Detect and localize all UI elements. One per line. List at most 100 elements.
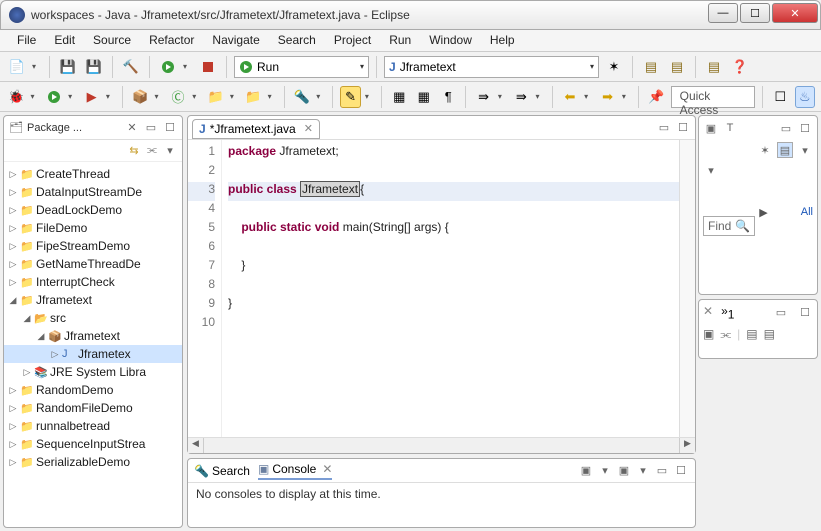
chevron-down-icon[interactable]: ▾ (268, 92, 277, 101)
search-button[interactable]: 🔦 (292, 86, 312, 108)
tree-item-deadlockdemo[interactable]: ▷📁DeadLockDemo (4, 201, 182, 219)
run-ext-button[interactable]: ▶ (81, 86, 101, 108)
menu-edit[interactable]: Edit (45, 30, 84, 51)
tl-icon-2[interactable]: ⫘ (720, 327, 731, 342)
tl-icon-3[interactable]: ▤ (746, 327, 757, 342)
twist-icon[interactable]: ▷ (8, 385, 18, 396)
chevron-down-icon[interactable]: ▾ (797, 142, 813, 158)
chevron-down-icon[interactable]: ▾ (155, 92, 164, 101)
tree-item-filedemo[interactable]: ▷📁FileDemo (4, 219, 182, 237)
minimize-view-icon[interactable]: ▭ (773, 304, 789, 320)
highlight-button[interactable]: ✎ (340, 86, 360, 108)
save-all-button[interactable]: 💾 (83, 56, 105, 78)
chevron-down-icon[interactable]: ▾ (192, 92, 201, 101)
nav-btn-1[interactable]: ⇛ (473, 86, 493, 108)
maximize-view-icon[interactable]: ☐ (797, 304, 813, 320)
menu-file[interactable]: File (8, 30, 45, 51)
view-menu-icon[interactable]: ▾ (703, 162, 719, 178)
layout-btn-3[interactable]: ¶ (438, 86, 458, 108)
twist-icon[interactable]: ◢ (22, 313, 32, 324)
task-btn-3[interactable]: ▤ (703, 56, 725, 78)
run-config-combo[interactable]: Run ▾ (234, 56, 369, 78)
tree-item-sequenceinputstrea[interactable]: ▷📁SequenceInputStrea (4, 435, 182, 453)
twist-icon[interactable]: ▷ (8, 457, 18, 468)
tree-item-jframetex[interactable]: ▷JJframetex (4, 345, 182, 363)
search-tab[interactable]: 🔦 Search (194, 464, 250, 478)
twist-icon[interactable]: ▷ (8, 259, 18, 270)
close-button[interactable]: ✕ (772, 3, 818, 23)
twist-icon[interactable]: ◢ (36, 331, 46, 342)
twist-icon[interactable]: ▷ (50, 349, 60, 360)
minimize-view-icon[interactable]: ▭ (778, 120, 794, 136)
twist-icon[interactable]: ▷ (8, 169, 18, 180)
editor-tab-jframetext[interactable]: J *Jframetext.java ✕ (192, 119, 320, 139)
nav-btn-2[interactable]: ⇛ (511, 86, 531, 108)
chevron-down-icon[interactable]: ▾ (622, 92, 631, 101)
outline-btn-1[interactable]: ✶ (757, 142, 773, 158)
chevron-down-icon[interactable]: ▾ (230, 92, 239, 101)
tree-item-jre-system-libra[interactable]: ▷📚JRE System Libra (4, 363, 182, 381)
run-button[interactable] (157, 56, 179, 78)
java-perspective-button[interactable]: ♨ (795, 86, 815, 108)
menu-refactor[interactable]: Refactor (140, 30, 203, 51)
chevron-down-icon[interactable]: ▾ (30, 92, 39, 101)
tree-item-src[interactable]: ◢📂src (4, 309, 182, 327)
twist-icon[interactable]: ▷ (8, 403, 18, 414)
twist-icon[interactable]: ◢ (8, 295, 18, 306)
tree-item-serializabledemo[interactable]: ▷📁SerializableDemo (4, 453, 182, 471)
chevron-down-icon[interactable]: ▾ (183, 62, 193, 71)
forward-button[interactable]: ➡ (597, 86, 617, 108)
save-button[interactable]: 💾 (57, 56, 79, 78)
minimize-button[interactable]: — (708, 3, 738, 23)
new-folder-button[interactable]: 📁 (205, 86, 225, 108)
link-editor-icon[interactable]: ⫘ (144, 143, 160, 159)
pin-button[interactable]: 📌 (646, 86, 666, 108)
perspective-open-button[interactable]: ☐ (770, 86, 790, 108)
code-editor[interactable]: package Jframetext;public class Jframete… (222, 140, 679, 437)
tl-icon-1[interactable]: ▣ (703, 327, 714, 342)
menu-window[interactable]: Window (420, 30, 481, 51)
tree-item-interruptcheck[interactable]: ▷📁InterruptCheck (4, 273, 182, 291)
debug-button[interactable]: 🐞 (6, 86, 26, 108)
collapse-all-icon[interactable]: ⇆ (126, 143, 142, 159)
tree-item-jframetext[interactable]: ◢📁Jframetext (4, 291, 182, 309)
next-match-icon[interactable]: ▶ (759, 206, 767, 219)
twist-icon[interactable]: ▷ (8, 277, 18, 288)
maximize-editor-icon[interactable]: ☐ (675, 120, 691, 136)
task-help-button[interactable]: ❓ (729, 56, 751, 78)
twist-icon[interactable]: ▷ (22, 367, 32, 378)
run-button-2[interactable] (44, 86, 64, 108)
outline-btn-2[interactable]: ▤ (777, 142, 793, 158)
minimize-view-icon[interactable]: ▭ (143, 120, 159, 136)
console-tab[interactable]: ▣ Console ✕ (258, 462, 332, 480)
maximize-button[interactable]: ☐ (740, 3, 770, 23)
tree-item-fipestreamdemo[interactable]: ▷📁FipeStreamDemo (4, 237, 182, 255)
tree-item-randomdemo[interactable]: ▷📁RandomDemo (4, 381, 182, 399)
maximize-view-icon[interactable]: ☐ (673, 463, 689, 479)
tree-item-runnalbetread[interactable]: ▷📁runnalbetread (4, 417, 182, 435)
tree-item-createthread[interactable]: ▷📁CreateThread (4, 165, 182, 183)
tab-close-icon[interactable]: ✕ (124, 120, 140, 136)
minimize-view-icon[interactable]: ▭ (654, 463, 670, 479)
horizontal-scrollbar[interactable]: ◀ ▶ (188, 437, 695, 453)
minimize-editor-icon[interactable]: ▭ (656, 120, 672, 136)
package-tree[interactable]: ▷📁CreateThread▷📁DataInputStreamDe▷📁DeadL… (4, 162, 182, 527)
new-pkg-button[interactable]: 📦 (130, 86, 150, 108)
layout-btn-1[interactable]: ▦ (389, 86, 409, 108)
menu-navigate[interactable]: Navigate (203, 30, 268, 51)
chevron-down-icon[interactable]: ▾ (106, 92, 115, 101)
console-action-1[interactable]: ▣ (578, 463, 594, 479)
layout-btn-2[interactable]: ▦ (413, 86, 433, 108)
all-link[interactable]: All (801, 206, 813, 218)
twist-icon[interactable]: ▷ (8, 187, 18, 198)
tree-item-getnamethreadde[interactable]: ▷📁GetNameThreadDe (4, 255, 182, 273)
menu-project[interactable]: Project (325, 30, 380, 51)
tl-icon-4[interactable]: ▤ (764, 327, 775, 342)
new-file-button[interactable]: 📁 (243, 86, 263, 108)
back-button[interactable]: ⬅ (560, 86, 580, 108)
quick-access-input[interactable]: Quick Access (671, 86, 756, 108)
tree-item-datainputstreamde[interactable]: ▷📁DataInputStreamDe (4, 183, 182, 201)
tasklist-icon[interactable]: T (722, 120, 738, 136)
tree-item-randomfiledemo[interactable]: ▷📁RandomFileDemo (4, 399, 182, 417)
new-class-button[interactable]: Ⓒ (168, 86, 188, 108)
